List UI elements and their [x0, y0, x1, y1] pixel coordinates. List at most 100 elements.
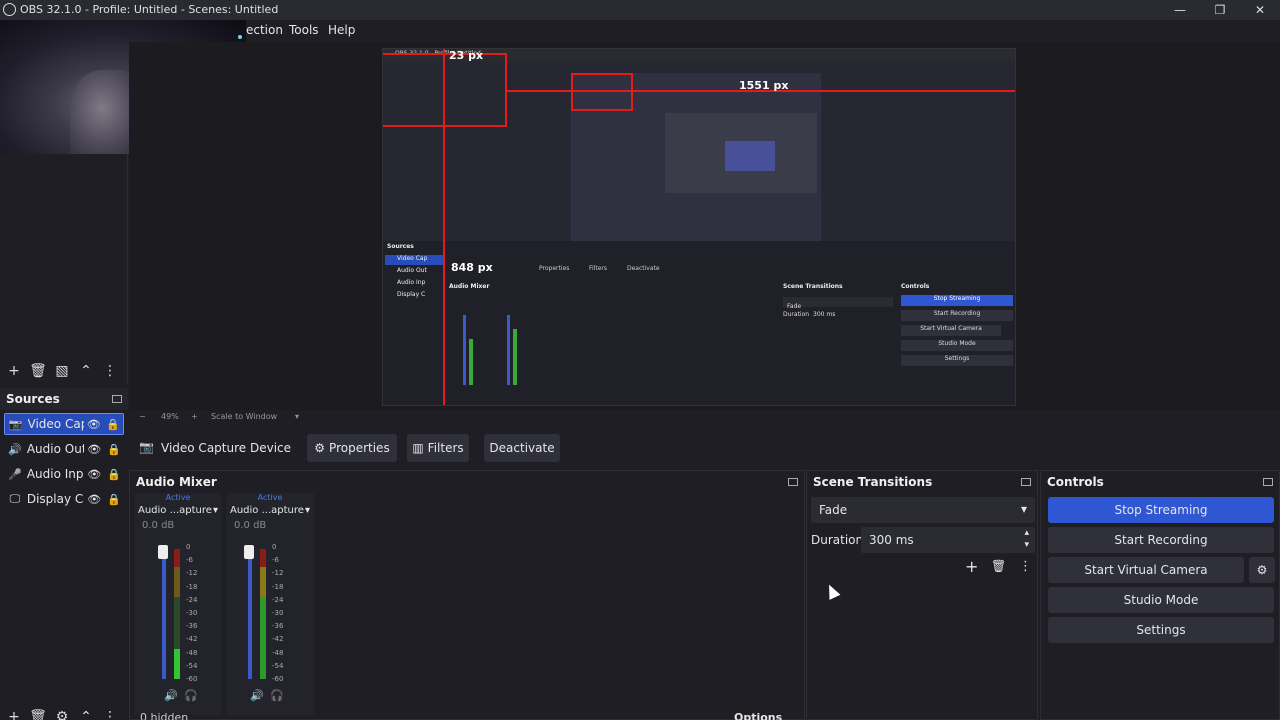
- controls-header: Controls: [1041, 471, 1279, 493]
- undock-icon[interactable]: [788, 478, 798, 486]
- mixer-channel: Active Audio ...apture ▾ 0.0 dB 0 -6 -12 -1…: [134, 493, 222, 715]
- source-item-display-capture[interactable]: 🖵 Display Ca 👁 🔒: [4, 488, 124, 510]
- source-settings-icon[interactable]: ⚙: [50, 706, 74, 720]
- speaker-icon[interactable]: 🔊: [164, 689, 178, 702]
- nested-fade-combo: Fade: [783, 297, 893, 310]
- meter-scale-label: -24: [272, 595, 284, 604]
- menu-item-help[interactable]: Help: [328, 23, 355, 37]
- volume-slider-track[interactable]: [162, 549, 166, 679]
- close-button[interactable]: ✕: [1240, 0, 1280, 20]
- scene-transitions-dock: Scene Transitions Fade ▾ Duration 300 ms…: [806, 470, 1038, 720]
- meter-scale-label: -12: [186, 569, 198, 578]
- deactivate-button[interactable]: Deactivate: [484, 434, 560, 462]
- menu-item-selection[interactable]: ection: [246, 23, 283, 37]
- add-transition-icon[interactable]: +: [965, 557, 978, 576]
- virtual-camera-settings-button[interactable]: ⚙: [1249, 557, 1275, 583]
- nested-ctx-filters: Filters: [589, 265, 607, 272]
- source-item-video-capture[interactable]: 📷 Video Cap 👁 🔒: [4, 413, 124, 435]
- window-title: OBS 32.1.0 - Profile: Untitled - Scenes:…: [20, 3, 279, 16]
- undock-icon[interactable]: [1263, 478, 1273, 486]
- visibility-icon[interactable]: 👁: [84, 443, 104, 456]
- meter-scale-label: -54: [186, 661, 198, 670]
- zoom-in-icon[interactable]: +: [191, 412, 198, 421]
- channel-status: Active: [257, 493, 283, 502]
- nested-sources-label: Sources: [387, 243, 414, 250]
- camera-icon: 📷: [139, 440, 154, 454]
- undock-icon[interactable]: [112, 395, 122, 403]
- studio-mode-button[interactable]: Studio Mode: [1048, 587, 1274, 613]
- nested-duration-value: 300 ms: [813, 311, 836, 318]
- chevron-down-icon[interactable]: ▾: [305, 505, 310, 516]
- spin-buttons-icon[interactable]: ▴ ▾: [1024, 527, 1029, 551]
- mixer-options-button[interactable]: Options: [734, 711, 782, 720]
- filters-button[interactable]: ▥ Filters: [407, 434, 469, 462]
- volume-slider-track[interactable]: [248, 549, 252, 679]
- restore-button[interactable]: ❐: [1200, 0, 1240, 20]
- more-icon[interactable]: ⋮: [98, 360, 122, 382]
- source-item-audio-input[interactable]: 🎤 Audio Inp 👁 🔒: [4, 463, 124, 485]
- add-source-icon[interactable]: +: [2, 706, 26, 720]
- preview-canvas[interactable]: OBS 32.1.0 - Profile: Untitled Sources V…: [382, 48, 1016, 406]
- meter-scale-label: -60: [186, 675, 198, 683]
- monitor-icon[interactable]: 🎧: [270, 689, 284, 702]
- chevron-down-icon[interactable]: ▾: [213, 505, 218, 516]
- scene-filter-icon[interactable]: ▧: [50, 360, 74, 382]
- meter-scale-label: -48: [186, 648, 198, 657]
- lock-icon[interactable]: 🔒: [104, 493, 124, 506]
- scale-mode-select[interactable]: Scale to Window: [211, 412, 277, 421]
- transition-select[interactable]: Fade ▾: [811, 497, 1035, 523]
- channel-name-row[interactable]: Audio ...apture ▾: [226, 505, 314, 516]
- monitor-icon[interactable]: 🎧: [184, 689, 198, 702]
- gear-icon: ⚙: [1256, 563, 1268, 577]
- settings-button[interactable]: Settings: [1048, 617, 1274, 643]
- volume-slider-handle[interactable]: [244, 545, 254, 559]
- channel-name-row[interactable]: Audio ...apture ▾: [134, 505, 222, 516]
- meter-scale-label: -60: [272, 675, 284, 683]
- speaker-icon[interactable]: 🔊: [250, 689, 264, 702]
- nested-fade-text: Fade: [787, 303, 802, 310]
- controls-title: Controls: [1047, 475, 1104, 489]
- meter-scale-label: -18: [186, 582, 198, 591]
- chevron-down-icon[interactable]: ▾: [295, 412, 299, 421]
- lock-icon[interactable]: 🔒: [104, 418, 123, 431]
- chevron-down-icon[interactable]: ▾: [1021, 502, 1027, 516]
- properties-button[interactable]: ⚙ Properties: [307, 434, 397, 462]
- remove-scene-icon[interactable]: 🗑: [26, 360, 50, 382]
- start-virtual-camera-button[interactable]: Start Virtual Camera: [1048, 557, 1244, 583]
- visibility-icon[interactable]: 👁: [84, 468, 104, 481]
- nested-settings: Settings: [901, 355, 1013, 366]
- remove-source-icon[interactable]: 🗑: [26, 706, 50, 720]
- volume-slider-handle[interactable]: [158, 545, 168, 559]
- menu-item-tools[interactable]: Tools: [289, 23, 319, 37]
- nested-controls-label: Controls: [901, 283, 930, 290]
- more-icon[interactable]: ⋮: [1019, 559, 1032, 574]
- visibility-icon[interactable]: 👁: [84, 418, 103, 431]
- nested-ctx-properties: Properties: [539, 265, 570, 272]
- scenes-toolbar: + 🗑 ▧ ⌃ ⋮: [2, 360, 122, 382]
- remove-transition-icon[interactable]: 🗑: [991, 559, 1006, 573]
- source-item-audio-output[interactable]: 🔊 Audio Out 👁 🔒: [4, 438, 124, 460]
- scenes-panel: + 🗑 ▧ ⌃ ⋮: [0, 154, 128, 384]
- source-name: Audio Out: [26, 442, 85, 456]
- title-bar: OBS 32.1.0 - Profile: Untitled - Scenes:…: [0, 0, 1280, 20]
- visibility-icon[interactable]: 👁: [84, 493, 104, 506]
- controls-dock: Controls Stop Streaming Start Recording …: [1040, 470, 1280, 720]
- undock-icon[interactable]: [1021, 478, 1031, 486]
- lock-icon[interactable]: 🔒: [104, 468, 124, 481]
- channel-name: Audio ...apture: [230, 505, 304, 516]
- duration-input[interactable]: 300 ms ▴ ▾: [861, 527, 1035, 553]
- lock-icon[interactable]: 🔒: [104, 443, 124, 456]
- nested-inner-preview: [665, 113, 817, 193]
- nested-ctx-deactivate: Deactivate: [627, 265, 660, 272]
- zoom-out-icon[interactable]: −: [139, 412, 146, 421]
- minimize-button[interactable]: —: [1160, 0, 1200, 20]
- start-recording-button[interactable]: Start Recording: [1048, 527, 1274, 553]
- zoom-level: 49%: [161, 412, 179, 421]
- add-scene-icon[interactable]: +: [2, 360, 26, 382]
- move-up-icon[interactable]: ⌃: [74, 360, 98, 382]
- more-icon[interactable]: ⋮: [98, 706, 122, 720]
- move-up-icon[interactable]: ⌃: [74, 706, 98, 720]
- hidden-count: 0 hidden: [140, 711, 189, 720]
- stop-streaming-button[interactable]: Stop Streaming: [1048, 497, 1274, 523]
- nested-transitions-label: Scene Transitions: [783, 283, 843, 290]
